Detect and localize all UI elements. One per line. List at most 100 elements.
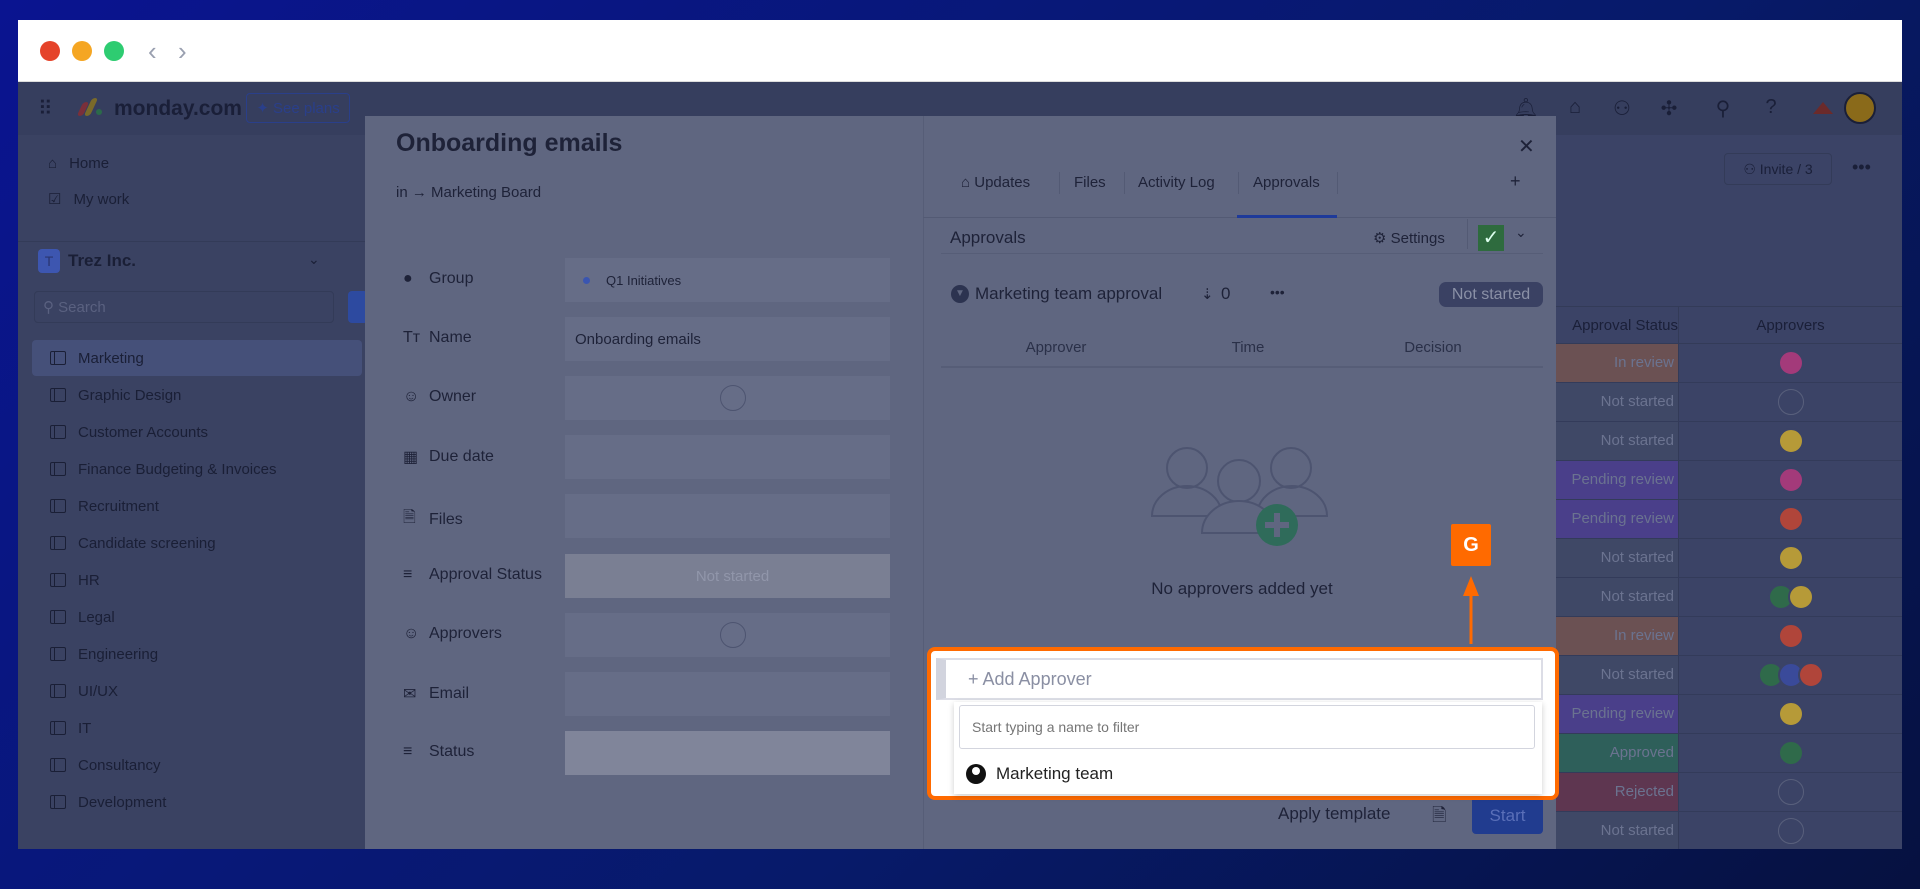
status-cell[interactable]: Pending review — [1556, 461, 1678, 499]
avatar[interactable] — [1797, 662, 1824, 688]
status-cell[interactable]: In review — [1556, 617, 1678, 655]
table-row[interactable]: In review — [1556, 617, 1902, 656]
field-owner[interactable] — [565, 376, 890, 420]
field-due-date[interactable] — [565, 435, 890, 479]
see-plans-button[interactable]: ✦ See plans — [246, 93, 350, 123]
inbox-icon[interactable]: ⌂ — [1561, 96, 1589, 119]
approvers-cell[interactable] — [1678, 344, 1902, 382]
avatar[interactable] — [1777, 545, 1804, 571]
filter-input[interactable] — [959, 705, 1535, 749]
approvers-cell[interactable] — [1678, 578, 1902, 616]
avatar[interactable] — [1777, 506, 1804, 532]
apply-template-button[interactable]: Apply template — [1278, 804, 1390, 824]
table-row[interactable]: Approved — [1556, 734, 1902, 773]
sidebar-home[interactable]: ⌂ Home — [34, 145, 364, 181]
add-tab-button[interactable]: + — [1510, 171, 1521, 192]
status-cell[interactable]: Not started — [1556, 656, 1678, 694]
back-button[interactable]: ‹ — [148, 36, 157, 67]
maximize-window-button[interactable] — [104, 41, 124, 61]
search-icon[interactable]: ⚲ — [1709, 96, 1737, 121]
close-icon[interactable]: ✕ — [1518, 134, 1535, 159]
avatar[interactable] — [1777, 350, 1804, 376]
avatar[interactable] — [1777, 428, 1804, 454]
field-approvers[interactable] — [565, 613, 890, 657]
tab-updates[interactable]: ⌂ Updates — [961, 174, 1030, 191]
status-cell[interactable]: Not started — [1556, 812, 1678, 849]
more-options-icon[interactable]: ••• — [1852, 157, 1871, 178]
approvers-cell[interactable] — [1678, 500, 1902, 538]
avatar[interactable] — [1787, 584, 1814, 610]
settings-button[interactable]: ⚙ Settings — [1373, 229, 1445, 247]
sidebar-board-item[interactable]: UI/UX — [32, 673, 362, 709]
field-group[interactable]: Q1 Initiatives — [565, 258, 890, 302]
forward-button[interactable]: › — [178, 36, 187, 67]
invite-members-icon[interactable]: ⚇ — [1608, 96, 1636, 121]
start-button[interactable]: Start — [1472, 794, 1543, 834]
table-row[interactable]: Not started — [1556, 578, 1902, 617]
sidebar-board-item[interactable]: Finance Budgeting & Invoices — [32, 451, 362, 487]
tab-files[interactable]: Files — [1074, 174, 1106, 191]
approvers-cell[interactable] — [1678, 656, 1902, 694]
workspace-name[interactable]: Trez Inc. — [68, 251, 136, 271]
table-row[interactable]: Not started — [1556, 812, 1902, 849]
approvers-cell[interactable] — [1678, 812, 1902, 849]
chevron-down-icon[interactable]: ⌄ — [1515, 224, 1527, 241]
sidebar-board-item[interactable]: Marketing — [32, 340, 362, 376]
empty-avatar-icon[interactable] — [1777, 779, 1804, 805]
flow-name[interactable]: Marketing team approval — [975, 284, 1162, 304]
tab-activity-log[interactable]: Activity Log — [1138, 174, 1215, 191]
table-row[interactable]: Rejected — [1556, 773, 1902, 812]
sidebar-my-work[interactable]: ☑ My work — [34, 181, 364, 217]
empty-avatar-icon[interactable] — [1777, 818, 1804, 844]
status-cell[interactable]: Not started — [1556, 383, 1678, 421]
table-row[interactable]: Not started — [1556, 383, 1902, 422]
sidebar-board-item[interactable]: HR — [32, 562, 362, 598]
field-status[interactable] — [565, 731, 890, 775]
template-icon[interactable]: 🗎︎ — [1432, 803, 1446, 833]
minimize-window-button[interactable] — [72, 41, 92, 61]
tab-approvals[interactable]: Approvals — [1253, 174, 1320, 191]
status-cell[interactable]: Not started — [1556, 422, 1678, 460]
field-name[interactable]: Onboarding emails — [565, 317, 890, 361]
avatar[interactable] — [1777, 701, 1804, 727]
table-row[interactable]: Pending review — [1556, 461, 1902, 500]
status-cell[interactable]: Rejected — [1556, 773, 1678, 811]
sidebar-board-item[interactable]: Recruitment — [32, 488, 362, 524]
user-avatar[interactable] — [1844, 92, 1876, 124]
more-options-icon[interactable]: ••• — [1270, 284, 1285, 300]
add-approver-input[interactable]: + Add Approver — [936, 658, 1543, 700]
status-cell[interactable]: Approved — [1556, 734, 1678, 772]
status-cell[interactable]: Pending review — [1556, 500, 1678, 538]
approvers-cell[interactable] — [1678, 383, 1902, 421]
approvers-cell[interactable] — [1678, 461, 1902, 499]
approvers-cell[interactable] — [1678, 773, 1902, 811]
field-files[interactable] — [565, 494, 890, 538]
approvers-cell[interactable] — [1678, 695, 1902, 733]
column-approval-status[interactable]: Approval Status — [1556, 317, 1678, 334]
sidebar-board-item[interactable]: Development — [32, 784, 362, 820]
table-row[interactable]: Pending review — [1556, 695, 1902, 734]
table-row[interactable]: Not started — [1556, 539, 1902, 578]
close-window-button[interactable] — [40, 41, 60, 61]
field-approval-status[interactable]: Not started — [565, 554, 890, 598]
empty-avatar-icon[interactable] — [1777, 389, 1804, 415]
sidebar-board-item[interactable]: Consultancy — [32, 747, 362, 783]
status-cell[interactable]: Pending review — [1556, 695, 1678, 733]
checkmark-icon[interactable]: ✓ — [1478, 225, 1504, 251]
field-email[interactable] — [565, 672, 890, 716]
integrations-icon[interactable]: ✣ — [1655, 96, 1683, 121]
table-row[interactable]: Not started — [1556, 656, 1902, 695]
sidebar-board-item[interactable]: Candidate screening — [32, 525, 362, 561]
item-breadcrumb[interactable]: in → Marketing Board — [396, 184, 541, 201]
table-row[interactable]: Not started — [1556, 422, 1902, 461]
sidebar-search-input[interactable]: ⚲ Search — [34, 291, 334, 323]
collapse-icon[interactable]: ▼ — [951, 285, 969, 303]
approvers-cell[interactable] — [1678, 734, 1902, 772]
approvers-cell[interactable] — [1678, 539, 1902, 577]
column-approvers[interactable]: Approvers — [1678, 307, 1902, 345]
sidebar-board-item[interactable]: Legal — [32, 599, 362, 635]
status-cell[interactable]: In review — [1556, 344, 1678, 382]
status-cell[interactable]: Not started — [1556, 539, 1678, 577]
invite-button[interactable]: ⚇ Invite / 3 — [1724, 153, 1832, 185]
avatar[interactable] — [1777, 467, 1804, 493]
